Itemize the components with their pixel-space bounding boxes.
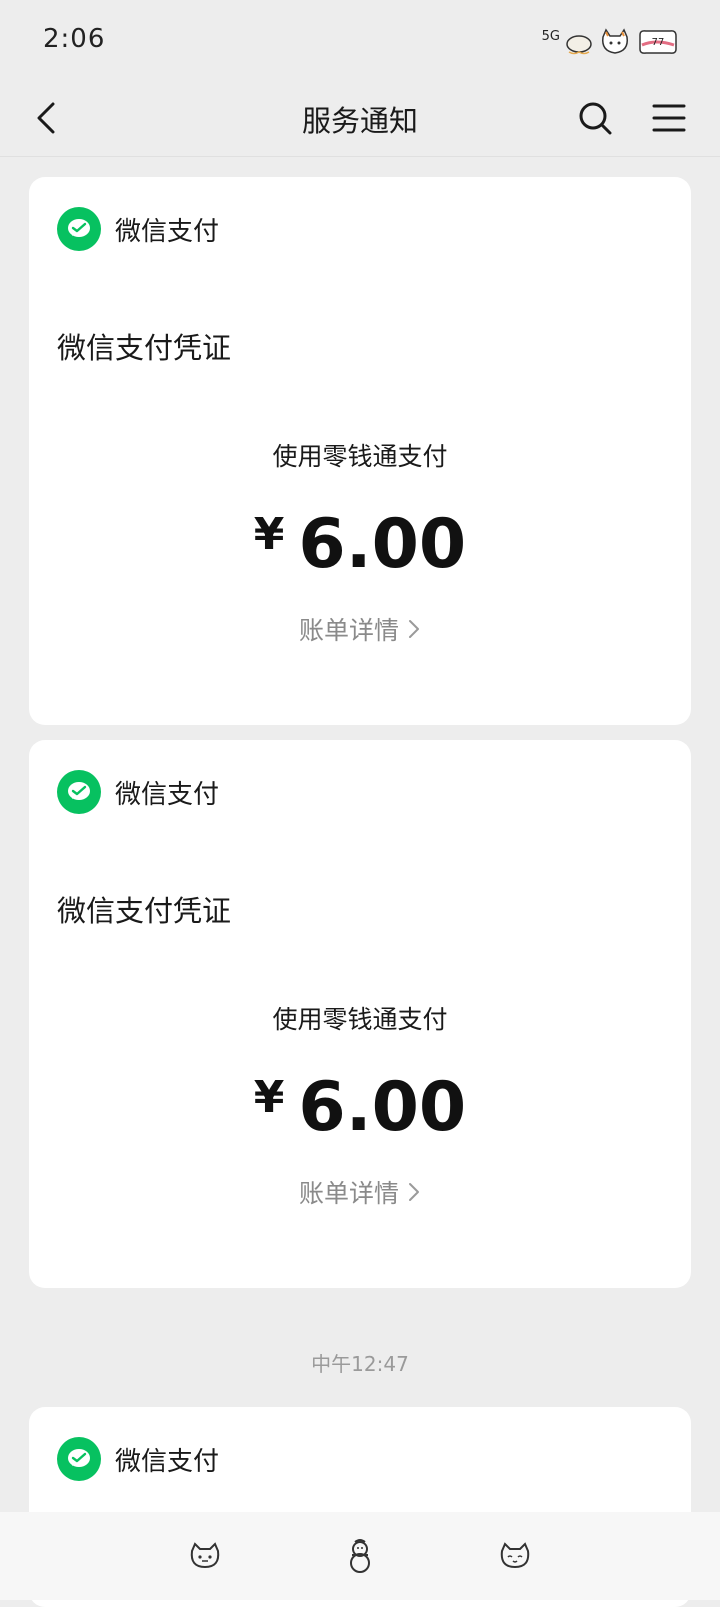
currency-symbol: ¥	[253, 509, 285, 560]
card-source-name: 微信支付	[115, 216, 220, 247]
bottom-button-center[interactable]	[338, 1534, 382, 1578]
payment-amount: ¥6.00	[29, 495, 691, 585]
wechat-pay-icon	[57, 1437, 101, 1481]
snowman-icon	[350, 1539, 370, 1573]
bill-details-link[interactable]: 账单详情	[29, 611, 691, 647]
search-button[interactable]	[571, 94, 619, 142]
card-header: 微信支付	[57, 207, 219, 251]
cloud-sticker-icon	[566, 35, 592, 55]
bill-details-label: 账单详情	[298, 1179, 399, 1208]
chevron-right-icon	[409, 620, 419, 638]
card-header: 微信支付	[57, 770, 219, 814]
network-label: 5G	[541, 28, 560, 44]
card-title: 微信支付凭证	[57, 894, 232, 928]
payment-amount: ¥6.00	[29, 1058, 691, 1148]
battery-sticker-icon: 77	[639, 30, 677, 54]
bill-details-link[interactable]: 账单详情	[29, 1174, 691, 1210]
card-source-name: 微信支付	[115, 1446, 220, 1477]
bottom-bar	[0, 1512, 720, 1600]
status-time: 2:06	[43, 24, 106, 54]
currency-symbol: ¥	[253, 1072, 285, 1123]
card-title: 微信支付凭证	[57, 331, 232, 365]
payment-method: 使用零钱通支付	[272, 442, 448, 471]
bottom-button-left[interactable]	[183, 1534, 227, 1578]
payment-notification-card[interactable]: 微信支付 微信支付凭证 使用零钱通支付 ¥6.00 账单详情	[29, 740, 691, 1288]
card-source-name: 微信支付	[115, 779, 220, 810]
message-timestamp: 中午12:47	[311, 1352, 409, 1376]
menu-icon	[652, 104, 686, 132]
chevron-right-icon	[409, 1183, 419, 1201]
status-icons: 5G 77	[542, 24, 680, 60]
menu-button[interactable]	[645, 94, 693, 142]
payment-notification-card[interactable]: 微信支付 微信支付凭证 使用零钱通支付 ¥6.00 账单详情	[29, 177, 691, 725]
card-header: 微信支付	[57, 1437, 219, 1481]
wechat-pay-icon	[57, 770, 101, 814]
search-icon	[579, 102, 612, 135]
cat-face-icon	[500, 1542, 530, 1569]
bottom-button-right[interactable]	[493, 1534, 537, 1578]
wechat-pay-icon	[57, 207, 101, 251]
svg-text:77: 77	[652, 37, 665, 48]
nav-bar: 服务通知	[0, 80, 720, 157]
amount-value: 6.00	[298, 1068, 467, 1147]
payment-method: 使用零钱通支付	[272, 1005, 448, 1034]
cat-sticker-icon	[602, 28, 628, 54]
amount-value: 6.00	[298, 505, 467, 584]
bill-details-label: 账单详情	[298, 616, 399, 645]
cat-face-icon	[190, 1542, 220, 1569]
status-bar: 2:06 5G 77	[0, 0, 720, 80]
